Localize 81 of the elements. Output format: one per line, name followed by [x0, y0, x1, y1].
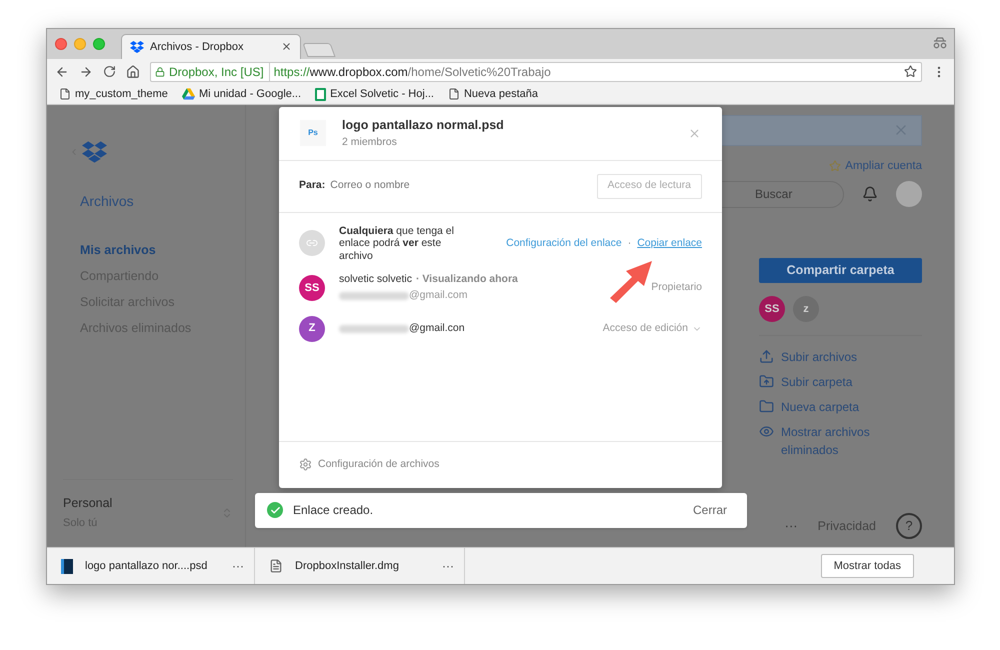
close-tab-icon[interactable]: [281, 41, 292, 52]
member-count: 2 miembros: [342, 134, 398, 150]
folder-upload-icon: [759, 374, 774, 389]
settings-icon[interactable]: [299, 458, 312, 472]
download-options[interactable]: ···: [442, 557, 454, 576]
file-settings-link[interactable]: Configuración de archivos: [318, 456, 440, 473]
link-description: Cualquiera que tenga el enlace podrá ver este archivo: [339, 224, 455, 262]
role-dropdown[interactable]: Acceso de edición: [602, 320, 702, 337]
blurred-text: [339, 292, 409, 300]
forward-button[interactable]: [79, 64, 93, 79]
access-level-button[interactable]: Acceso de lectura: [596, 174, 702, 199]
close-icon[interactable]: [688, 126, 701, 140]
to-label: Para:: [299, 178, 326, 194]
browser-tab[interactable]: Archivos - Dropbox: [121, 34, 301, 59]
recipient-input-field[interactable]: Correo o nombre: [330, 178, 597, 194]
blurred-text: [339, 324, 409, 333]
tab-title: Archivos - Dropbox: [150, 40, 245, 55]
link-settings-link[interactable]: Configuración del enlace: [506, 236, 622, 252]
upload-icon: [759, 348, 774, 364]
bookmark-item[interactable]: Nueva pestaña: [448, 86, 538, 103]
success-icon: [267, 502, 283, 518]
reload-button[interactable]: [103, 65, 116, 78]
dialog-title: logo pantallazo normal.psd: [342, 116, 505, 134]
member-avatar: SS: [299, 274, 325, 301]
page-icon: [448, 88, 460, 100]
help-button[interactable]: ?: [896, 513, 922, 540]
member-status: · Visualizando ahora: [416, 272, 518, 288]
bookmark-star-icon[interactable]: [904, 65, 917, 78]
folder-action[interactable]: Nueva carpeta: [759, 398, 922, 416]
copy-link-link[interactable]: Copiar enlace: [637, 236, 702, 252]
close-window-button[interactable]: [55, 38, 67, 50]
upgrade-link[interactable]: Ampliar cuenta: [845, 158, 922, 175]
member-email: @gmail.con: [409, 320, 465, 336]
show-all-button[interactable]: Mostrar todas: [820, 554, 914, 578]
folder-icon: [759, 398, 774, 414]
member-name: solvetic solvetic: [339, 272, 412, 288]
site-owner: Dropbox, Inc [US]: [169, 62, 270, 81]
back-button[interactable]: [55, 64, 69, 79]
page-icon: [59, 88, 71, 100]
account-name: Personal: [63, 494, 114, 512]
lock-icon: [155, 66, 165, 77]
notifications-bell-icon[interactable]: [862, 186, 878, 202]
download-options[interactable]: ···: [232, 557, 244, 576]
dropbox-logo-icon: [82, 140, 107, 163]
minimize-window-button[interactable]: [74, 38, 86, 50]
bookmark-item[interactable]: Excel Solvetic - Hoj...: [315, 86, 434, 103]
download-file-name[interactable]: DropboxInstaller.dmg: [295, 558, 430, 574]
member-avatar: z: [793, 296, 819, 322]
dropbox-logo-icon: [130, 40, 144, 53]
user-avatar[interactable]: [896, 181, 922, 208]
star-icon: [829, 160, 842, 172]
toast-message: Enlace creado.: [293, 502, 374, 520]
incognito-icon: [932, 37, 948, 49]
folder-action[interactable]: Subir carpeta: [759, 372, 922, 391]
member-role: Propietario: [651, 280, 702, 296]
spreadsheet-icon: [315, 88, 326, 101]
download-file-name[interactable]: logo pantallazo nor....psd: [85, 558, 220, 574]
eye-icon: [759, 424, 774, 439]
sidebar-item[interactable]: Mis archivos: [80, 242, 233, 259]
share-folder-button[interactable]: Compartir carpeta: [759, 258, 922, 283]
bookmark-item[interactable]: my_custom_theme: [59, 86, 168, 103]
member-avatar: SS: [759, 296, 785, 322]
address-field[interactable]: Dropbox, Inc [US] https://www.dropbox.com/home/Solvetic%20Trabajo: [150, 62, 922, 82]
psd-file-icon: [61, 558, 73, 574]
member-email: @gmail.com: [409, 288, 468, 303]
home-button[interactable]: [126, 64, 140, 79]
section-title: Archivos: [80, 192, 135, 211]
more-options[interactable]: ···: [784, 516, 798, 536]
disk-image-file-icon: [269, 559, 283, 574]
drive-icon: [182, 88, 195, 100]
folder-action[interactable]: Mostrar archivos eliminados: [759, 422, 922, 459]
separator-dot: ·: [628, 236, 632, 251]
privacy-link[interactable]: Privacidad: [818, 516, 876, 536]
folder-action[interactable]: Subir archivos: [759, 348, 922, 366]
file-type-badge: Ps: [300, 120, 326, 146]
bookmark-item[interactable]: Mi unidad - Google...: [182, 86, 302, 103]
new-tab-button[interactable]: [302, 42, 336, 57]
member-avatar: Z: [299, 316, 325, 342]
url-text: https://www.dropbox.com/home/Solvetic%20Trabajo: [274, 64, 552, 81]
maximize-window-button[interactable]: [93, 38, 105, 50]
close-toast-button[interactable]: Cerrar: [692, 501, 727, 520]
